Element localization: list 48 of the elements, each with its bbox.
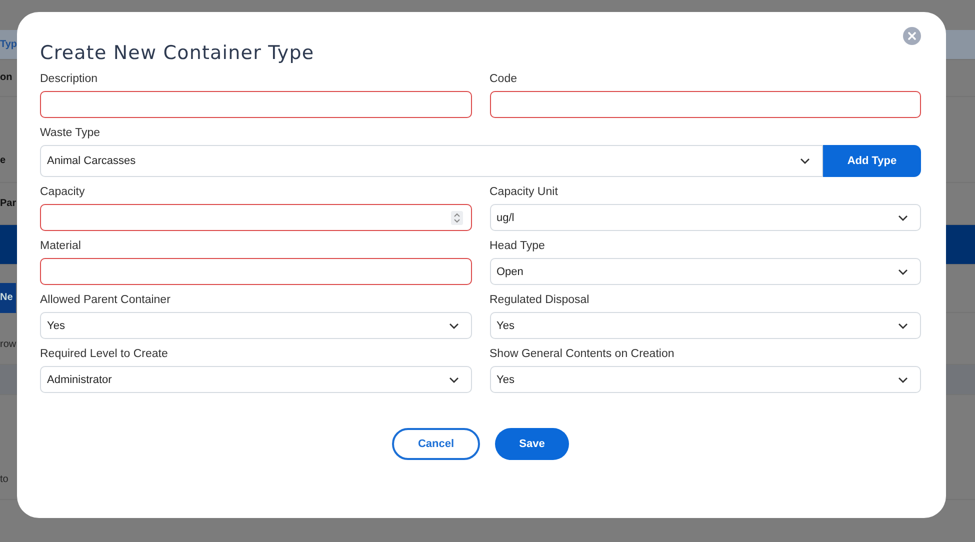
- chevron-down-icon: [898, 268, 908, 274]
- number-field[interactable]: [40, 204, 472, 231]
- select-field[interactable]: Yes: [490, 312, 921, 339]
- field-label: Material: [40, 239, 82, 254]
- save-button[interactable]: Save: [495, 428, 569, 460]
- select-value: Administrator: [47, 374, 112, 386]
- field-label: Code: [490, 72, 518, 87]
- select-value: Yes: [47, 320, 65, 332]
- row-label: Par: [0, 198, 16, 210]
- add-type-button[interactable]: Add Type: [823, 145, 921, 177]
- field-label: Waste Type: [40, 126, 102, 141]
- input-field[interactable]: [40, 258, 472, 285]
- row-label: on: [0, 72, 12, 84]
- select-value: Animal Carcasses: [47, 155, 136, 167]
- chevron-down-icon: [800, 158, 810, 164]
- field-label: Allowed Parent Container: [40, 293, 172, 308]
- field-label: Description: [40, 72, 99, 87]
- select-field[interactable]: Yes: [40, 312, 472, 339]
- input-field[interactable]: [490, 91, 921, 118]
- row-label: row: [0, 338, 16, 350]
- field-label: Capacity Unit: [490, 185, 559, 200]
- row-label: to: [0, 474, 8, 486]
- chevron-down-icon: [448, 322, 458, 328]
- close-icon[interactable]: [903, 27, 921, 45]
- select-value: Open: [496, 266, 524, 278]
- chevron-down-icon: [898, 376, 908, 382]
- spinner-icon[interactable]: [450, 210, 462, 224]
- chevron-down-icon: [898, 322, 908, 328]
- select-field[interactable]: Animal Carcasses: [40, 145, 823, 177]
- row-label: e: [0, 155, 6, 167]
- select-field[interactable]: Administrator: [40, 366, 472, 393]
- field-label: Required Level to Create: [40, 347, 169, 362]
- chevron-down-icon: [448, 376, 458, 382]
- select-value: Yes: [496, 374, 514, 386]
- select-field[interactable]: ug/l: [490, 204, 921, 231]
- field-label: Capacity: [40, 185, 86, 200]
- field-label: Show General Contents on Creation: [490, 347, 676, 362]
- select-field[interactable]: Yes: [490, 366, 921, 393]
- field-label: Regulated Disposal: [490, 293, 590, 308]
- new-button[interactable]: Ne: [0, 282, 16, 312]
- cancel-button[interactable]: Cancel: [392, 428, 480, 460]
- chevron-down-icon: [898, 214, 908, 220]
- select-value: ug/l: [496, 212, 514, 224]
- select-value: Yes: [496, 320, 514, 332]
- field-label: Head Type: [490, 239, 546, 254]
- dialog-title: Create New Container Type: [40, 42, 314, 64]
- select-field[interactable]: Open: [490, 258, 921, 285]
- input-field[interactable]: [40, 91, 472, 118]
